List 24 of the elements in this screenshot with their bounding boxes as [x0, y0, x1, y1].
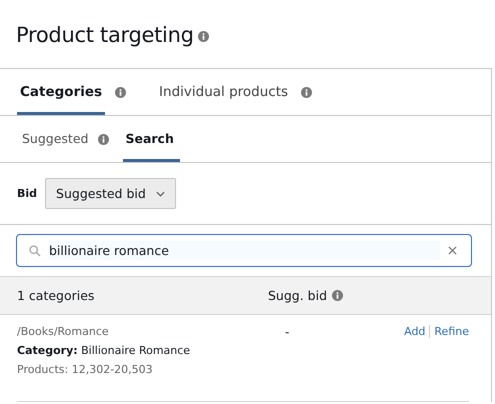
- category-path: /Books/Romance: [17, 325, 110, 338]
- page-title: Product targeting: [16, 22, 194, 46]
- search-icon: [29, 244, 41, 256]
- info-icon[interactable]: [198, 30, 209, 42]
- category-name: Category: Billionaire Romance: [17, 344, 192, 357]
- table-cell: -: [285, 325, 290, 339]
- product-count: Products: 12,302-20,503: [17, 363, 154, 376]
- search-field[interactable]: billionaire romance: [16, 234, 472, 267]
- info-icon[interactable]: [332, 290, 344, 301]
- caret-icon: [156, 190, 165, 196]
- info-icon[interactable]: [301, 86, 312, 98]
- action-link[interactable]: Add: [404, 325, 426, 338]
- tab[interactable]: Individual products: [156, 69, 292, 115]
- info-icon[interactable]: [98, 134, 110, 144]
- column-header: Sugg. bid: [268, 288, 328, 303]
- info-icon[interactable]: [115, 86, 126, 98]
- tab[interactable]: Categories: [17, 69, 106, 115]
- bid-dropdown[interactable]: Suggested bid: [45, 178, 176, 209]
- tab[interactable]: Suggested: [22, 116, 88, 162]
- tab[interactable]: Search: [123, 116, 180, 162]
- close-icon[interactable]: [448, 246, 457, 255]
- bid-label: Bid: [17, 187, 38, 200]
- action-link[interactable]: Refine: [434, 325, 469, 338]
- column-header: 1 categories: [16, 288, 96, 303]
